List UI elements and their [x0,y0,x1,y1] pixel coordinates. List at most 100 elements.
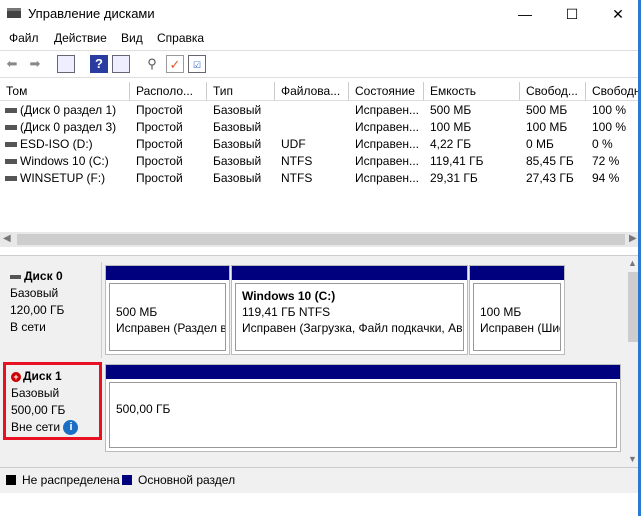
scrollbar-thumb[interactable] [17,234,625,245]
disk-icon [10,274,21,279]
table-cell: Простой [136,137,183,151]
back-arrow-icon[interactable]: ⬅ [3,55,21,73]
table-cell: NTFS [281,171,313,185]
table-cell: 27,43 ГБ [526,171,574,185]
disk-type: Базовый [11,386,60,400]
checklist-icon[interactable]: ✓ [166,55,184,73]
table-cell: UDF [281,137,306,151]
table-cell: Базовый [213,154,262,168]
table-cell [275,102,349,119]
disk-0-partitions: 500 МБ Исправен (Раздел восстановления) W… [105,262,621,358]
column-header-free-space[interactable]: Свобод... [520,82,586,101]
help-icon[interactable]: ? [90,55,108,73]
scrollbar-thumb[interactable] [628,272,638,342]
table-cell: Исправен... [355,137,420,151]
partition-recovery[interactable]: 500 МБ Исправен (Раздел восстановления) [105,265,230,355]
table-cell: 100 % [592,103,627,117]
table-row[interactable]: (Диск 0 раздел 3) Простой Базовый Исправен.… [0,119,641,136]
table-row[interactable]: WINSETUP (F:) Простой Базовый NTFS Исправен.… [0,170,641,187]
table-cell: 4,22 ГБ [430,137,472,151]
scroll-right-icon[interactable]: ▶ [629,233,637,244]
table-cell: Windows 10 (C:) [20,154,109,168]
disk-size: 500,00 ГБ [11,403,66,417]
partition-unallocated[interactable]: 500,00 ГБ [105,364,621,452]
table-cell: Базовый [213,120,262,134]
column-header-volume[interactable]: Том [0,82,130,101]
table-cell: 29,31 ГБ [430,171,478,185]
settings-list-icon[interactable]: ☑ [188,55,206,73]
legend-label-primary: Основной раздел [138,473,236,487]
table-cell: NTFS [281,154,313,168]
partition-windows-c[interactable]: Windows 10 (C:) 119,41 ГБ NTFS Исправен (З… [231,265,468,355]
disk-properties-icon[interactable]: ⚲ [143,55,161,73]
table-cell: 85,45 ГБ [526,154,574,168]
disk-0-label[interactable]: Диск 0 Базовый 120,00 ГБ В сети [3,262,102,358]
table-cell: Базовый [213,137,262,151]
info-icon[interactable]: i [63,420,79,436]
partition-size: 100 МБ [480,305,522,319]
disk-1-label[interactable]: + Диск 1 Базовый 500,00 ГБ Вне сети i [3,362,102,440]
menu-file[interactable]: Файл [9,31,39,45]
minimize-button[interactable]: — [502,0,548,28]
forward-arrow-icon[interactable]: ➡ [26,55,44,73]
table-row[interactable]: Windows 10 (C:) Простой Базовый NTFS Исправе… [0,153,641,170]
table-cell: (Диск 0 раздел 1) [20,103,117,117]
title-bar: Управление дисками — ☐ ✕ [0,0,641,28]
partition-status: Исправен (Раздел восстановления) [116,321,226,335]
action-pane-icon[interactable] [112,55,130,73]
disk-status: Вне сети [11,420,61,434]
column-header-type[interactable]: Тип [207,82,275,101]
table-cell: 119,41 ГБ [430,154,484,168]
table-cell: 500 МБ [430,103,472,117]
table-cell: Простой [136,103,183,117]
disk-management-icon [7,8,21,18]
table-cell: Исправен... [355,154,420,168]
column-header-capacity[interactable]: Емкость [424,82,520,101]
table-cell: Простой [136,171,183,185]
legend-swatch-unallocated [6,475,16,485]
table-cell: WINSETUP (F:) [20,171,106,185]
column-header-status[interactable]: Состояние [349,82,424,101]
scroll-down-icon[interactable]: ▼ [628,454,637,464]
disk-type: Базовый [10,286,59,300]
table-cell: Исправен... [355,171,420,185]
table-cell: Простой [136,154,183,168]
scroll-up-icon[interactable]: ▲ [628,258,637,268]
table-cell: Исправен... [355,120,420,134]
table-row[interactable]: ESD-ISO (D:) Простой Базовый UDF Исправен...… [0,136,641,153]
table-cell: Исправен... [355,103,420,117]
menu-help[interactable]: Справка [157,31,204,45]
partition-size: 119,41 ГБ NTFS [242,305,331,319]
menu-view[interactable]: Вид [121,31,143,45]
table-cell: 500 МБ [526,103,568,117]
console-tree-icon[interactable] [57,55,75,73]
close-button[interactable]: ✕ [595,0,641,28]
menu-action[interactable]: Действие [54,31,107,45]
table-cell: 100 МБ [526,120,568,134]
partition-efi[interactable]: 100 МБ Исправен (Шифрованный EFI) [469,265,565,355]
table-cell: 0 % [592,137,613,151]
horizontal-scrollbar[interactable]: ◀ ▶ [0,232,641,247]
table-row[interactable]: (Диск 0 раздел 1) Простой Базовый Исправен.… [0,102,641,119]
partition-status: Исправен (Загрузка, Файл подкачки, Авари… [242,321,463,335]
scroll-left-icon[interactable]: ◀ [3,233,11,244]
legend-swatch-primary [122,475,132,485]
legend: Не распределена Основной раздел [0,467,641,493]
maximize-button[interactable]: ☐ [549,0,595,28]
table-cell: 0 МБ [526,137,554,151]
table-cell: Базовый [213,171,262,185]
table-cell: 100 МБ [430,120,472,134]
table-cell: (Диск 0 раздел 3) [20,120,117,134]
table-cell: 72 % [592,154,620,168]
table-cell [275,119,349,136]
partition-status: Исправен (Шифрованный EFI) [480,321,560,335]
column-header-percent-free[interactable]: Свободн [586,82,641,101]
disk-name: Диск 0 [24,269,63,283]
disk-1-partitions: 500,00 ГБ [105,362,621,452]
column-header-filesystem[interactable]: Файлова... [275,82,349,101]
disk-name: Диск 1 [23,369,62,383]
table-cell: ESD-ISO (D:) [20,137,93,151]
partition-title: Windows 10 (C:) [242,289,336,303]
column-header-layout[interactable]: Располо... [130,82,207,101]
table-cell: 100 % [592,120,627,134]
